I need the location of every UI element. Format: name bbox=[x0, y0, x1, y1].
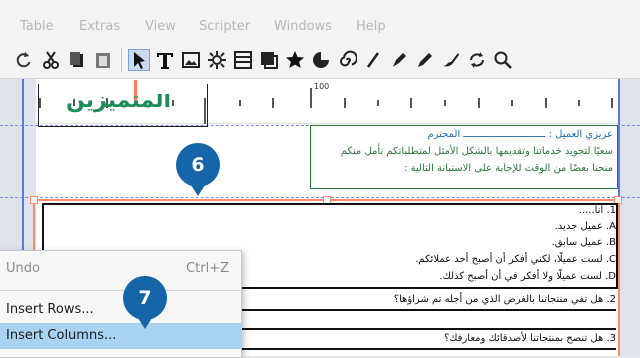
menu-item-label: Undo bbox=[6, 261, 40, 276]
zoom-icon[interactable] bbox=[492, 49, 514, 71]
ruler-tick bbox=[578, 100, 580, 106]
ruler-tick bbox=[511, 100, 513, 106]
shape-icon[interactable] bbox=[258, 49, 280, 71]
image-frame-icon[interactable] bbox=[180, 49, 202, 71]
ruler-label: 100 bbox=[314, 82, 330, 91]
star-icon[interactable] bbox=[284, 49, 306, 71]
question-text: 2. هل تفي منتجاتنا بالغرض الذي من أجله ت… bbox=[393, 294, 616, 305]
step-badge: 6 bbox=[176, 143, 220, 196]
text-frame-icon[interactable] bbox=[154, 49, 176, 71]
toolbar bbox=[0, 40, 640, 79]
table-icon[interactable] bbox=[232, 49, 254, 71]
greeting-line: منحنا بعضًا من الوقت للإجابة على الاستبا… bbox=[404, 163, 613, 174]
greeting-line: عزيزي العميل : ـــــــــــــــــــــــــ… bbox=[427, 129, 613, 140]
paste-icon[interactable] bbox=[92, 49, 114, 71]
step-badge: 7 bbox=[123, 276, 167, 329]
menu-item-shortcut: Ctrl+Z bbox=[186, 261, 229, 276]
step-badge-number: 6 bbox=[191, 154, 205, 176]
cut-icon[interactable] bbox=[40, 49, 62, 71]
rotate-item-icon[interactable] bbox=[466, 49, 488, 71]
toolbar-separator bbox=[121, 48, 122, 72]
question-text: 3. هل تنصح بمنتجاتنا لأصدقائك ومعارفك؟ bbox=[443, 333, 616, 344]
horizontal-guide bbox=[0, 197, 640, 198]
menu-item-label: Insert Columns... bbox=[6, 328, 117, 343]
menu-item-undo[interactable]: Undo Ctrl+Z bbox=[0, 256, 241, 282]
spiral-icon[interactable] bbox=[336, 49, 358, 71]
ruler-tick bbox=[545, 98, 547, 108]
answer-option: B. عميل سابق. bbox=[551, 237, 616, 248]
ruler-tick bbox=[344, 98, 346, 108]
answer-option: A. عميل جديد. bbox=[554, 221, 616, 232]
ruler-tick bbox=[239, 100, 241, 106]
menu-item-insert-rows[interactable]: Insert Rows... bbox=[0, 297, 241, 323]
rotate-icon[interactable] bbox=[13, 49, 35, 71]
menu-view[interactable]: View bbox=[145, 19, 176, 34]
greeting-line: سعيًا لتجويد خدماتنا وتقديمها بالشكل الأ… bbox=[340, 146, 613, 157]
select-arrow-icon[interactable] bbox=[128, 49, 150, 71]
step-badge-number: 7 bbox=[138, 287, 152, 309]
arc-icon[interactable] bbox=[310, 49, 332, 71]
menu-table[interactable]: Table bbox=[20, 19, 54, 34]
ruler-tick bbox=[310, 88, 312, 108]
ruler-tick bbox=[377, 100, 379, 106]
line-icon[interactable] bbox=[362, 49, 384, 71]
menu-windows[interactable]: Windows bbox=[274, 19, 332, 34]
context-menu: Undo Ctrl+Z Insert Rows... Insert Column… bbox=[0, 250, 242, 358]
ruler-tick bbox=[611, 98, 613, 108]
greeting-text-frame[interactable]: عزيزي العميل : ـــــــــــــــــــــــــ… bbox=[310, 125, 618, 189]
ruler-tick bbox=[410, 98, 412, 108]
calligraphic-pen-icon[interactable] bbox=[440, 49, 462, 71]
menu-item-insert-columns[interactable]: Insert Columns... bbox=[0, 323, 241, 349]
menu-bar: Table Extras View Scripter Windows Help bbox=[0, 0, 640, 40]
answer-option: D. لست عميلًا ولا أفكر في أن أصبح كذلك. bbox=[439, 271, 616, 282]
menu-help[interactable]: Help bbox=[356, 19, 386, 34]
ruler-tick bbox=[444, 100, 446, 106]
freehand-pencil-icon[interactable] bbox=[414, 49, 436, 71]
menu-scripter[interactable]: Scripter bbox=[199, 19, 250, 34]
menu-extras[interactable]: Extras bbox=[79, 19, 120, 34]
answer-option: C. لست عميلًا، لكني أفكر أن أصبح أحد عمل… bbox=[415, 254, 616, 265]
question-text: 1. أنا..... bbox=[578, 205, 616, 216]
menu-separator bbox=[0, 290, 241, 291]
ruler-tick bbox=[478, 98, 480, 108]
resize-handle[interactable] bbox=[30, 196, 38, 204]
ruler-tick bbox=[272, 98, 274, 108]
bezier-pen-icon[interactable] bbox=[388, 49, 410, 71]
copy-icon[interactable] bbox=[66, 49, 88, 71]
render-frame-icon[interactable] bbox=[206, 49, 228, 71]
menu-item-label: Insert Rows... bbox=[6, 302, 94, 317]
